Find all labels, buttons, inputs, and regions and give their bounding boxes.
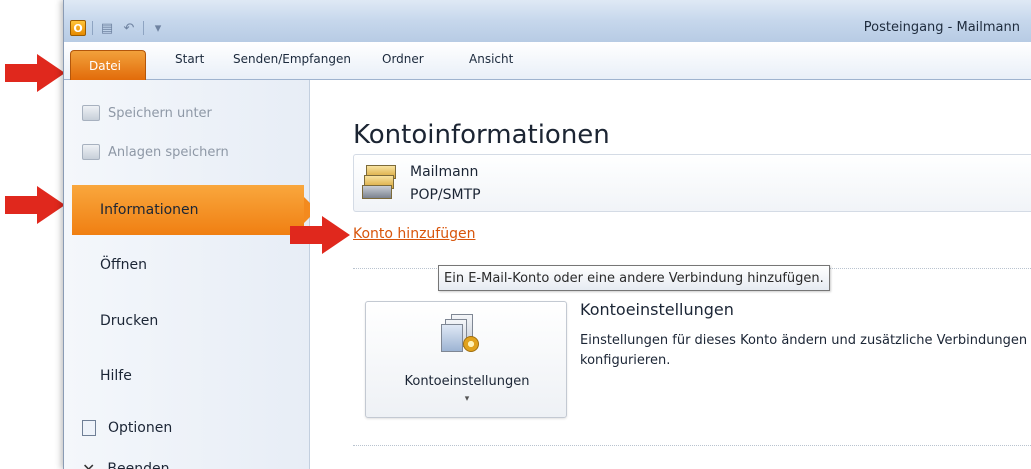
quick-access-toolbar: O ▤ ↶ ▾ [70, 18, 166, 38]
settings-title: Kontoeinstellungen [580, 300, 734, 319]
attachment-icon [82, 144, 100, 160]
ribbon-tabs: Datei Start Senden/Empfangen Ordner Ansi… [64, 42, 1031, 80]
outlook-app-icon[interactable]: O [70, 20, 86, 36]
tab-send-receive[interactable]: Senden/Empfangen [233, 52, 351, 66]
outlook-window: O ▤ ↶ ▾ Posteingang - Mailmann Datei Sta… [63, 0, 1031, 469]
undo-icon[interactable]: ↶ [121, 20, 137, 36]
chevron-down-icon: ▾ [464, 394, 470, 404]
close-icon: ✕ [82, 459, 96, 469]
callout-arrow-add-account [290, 216, 352, 254]
nav-print[interactable]: Drucken [64, 296, 310, 346]
divider [353, 445, 1031, 446]
callout-arrow-info [5, 186, 67, 224]
tab-file[interactable]: Datei [70, 50, 146, 80]
nav-open[interactable]: Öffnen [64, 240, 310, 290]
nav-info[interactable]: Informationen [72, 185, 317, 235]
nav-save-as[interactable]: Speichern unter [82, 102, 212, 124]
add-account-link[interactable]: Konto hinzufügen [353, 226, 475, 242]
nav-info-label: Informationen [100, 202, 199, 218]
nav-print-label: Drucken [100, 313, 159, 329]
callout-arrow-file [5, 54, 67, 92]
title-bar: O ▤ ↶ ▾ Posteingang - Mailmann [64, 0, 1031, 42]
account-selector[interactable]: Mailmann POP/SMTP [353, 154, 1031, 212]
nav-options[interactable]: Optionen [82, 417, 172, 439]
account-settings-button-label: Kontoeinstellungen [404, 374, 530, 389]
screenshot-canvas: O ▤ ↶ ▾ Posteingang - Mailmann Datei Sta… [0, 0, 1031, 469]
mailbox-icon [362, 165, 400, 203]
toolbar-separator [92, 21, 93, 35]
nav-help-label: Hilfe [100, 368, 132, 384]
nav-save-attachments-label: Anlagen speichern [108, 144, 229, 160]
nav-options-label: Optionen [108, 420, 173, 436]
account-info-pane: Kontoinformationen Mailmann POP/SMTP Kon… [310, 80, 1031, 469]
customize-toolbar-icon[interactable]: ▾ [150, 20, 166, 36]
nav-exit-label: Beenden [107, 461, 170, 469]
nav-exit[interactable]: ✕ Beenden [82, 458, 169, 469]
nav-save-attachments[interactable]: Anlagen speichern [82, 141, 229, 163]
account-settings-button[interactable]: Kontoeinstellungen ▾ [365, 301, 567, 418]
options-icon [82, 420, 96, 436]
window-title: Posteingang - Mailmann [863, 20, 1020, 35]
page-title: Kontoinformationen [353, 120, 610, 150]
add-account-tooltip: Ein E-Mail-Konto oder eine andere Verbin… [438, 265, 830, 291]
toolbar-separator [143, 21, 144, 35]
nav-help[interactable]: Hilfe [64, 351, 310, 401]
send-receive-icon[interactable]: ▤ [99, 20, 115, 36]
tab-view[interactable]: Ansicht [469, 52, 513, 66]
nav-open-label: Öffnen [100, 257, 148, 273]
account-type: POP/SMTP [410, 187, 481, 203]
nav-save-as-label: Speichern unter [108, 105, 212, 121]
account-name: Mailmann [410, 164, 479, 180]
settings-description: Einstellungen für dieses Konto ändern un… [580, 333, 1028, 368]
account-settings-icon [441, 314, 481, 354]
tab-folder[interactable]: Ordner [382, 52, 424, 66]
save-as-icon [82, 105, 100, 121]
backstage-nav: Speichern unter Anlagen speichern Inform… [64, 80, 317, 469]
tab-start[interactable]: Start [175, 52, 204, 66]
